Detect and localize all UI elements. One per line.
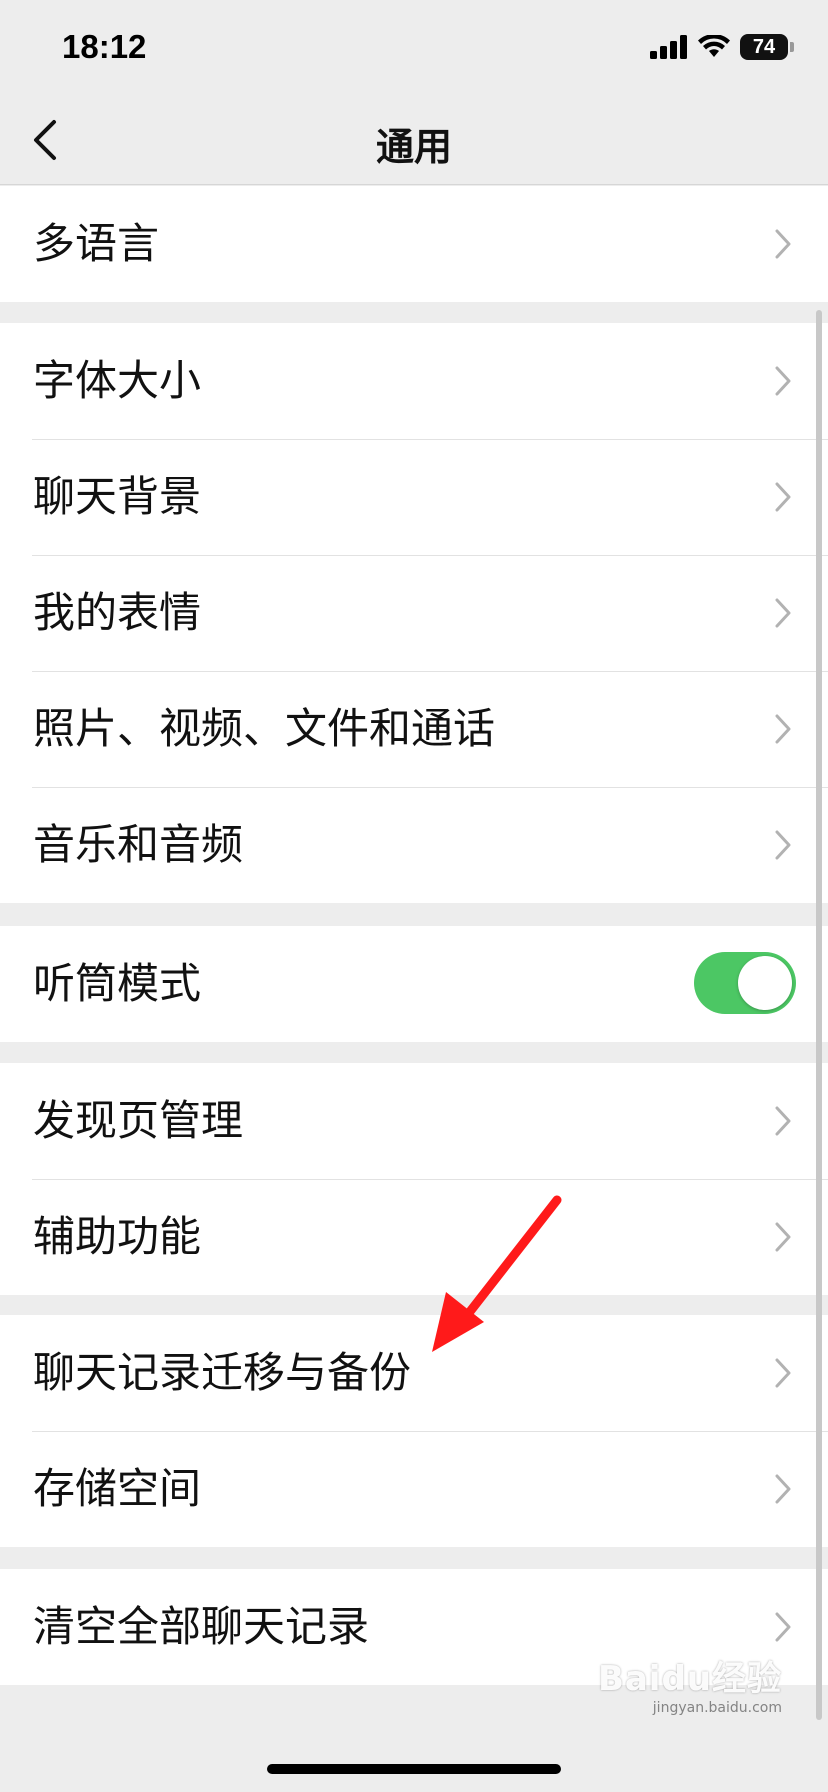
- chevron-right-icon: [775, 366, 791, 396]
- chevron-right-icon: [775, 598, 791, 628]
- watermark-url: jingyan.baidu.com: [652, 1700, 782, 1716]
- battery-level: 74: [752, 36, 776, 58]
- settings-row-chat-background[interactable]: 聊天背景: [0, 439, 828, 555]
- status-bar: 18:12 74: [0, 0, 828, 96]
- status-icons: 74: [650, 34, 794, 60]
- settings-row-earpiece-mode: 听筒模式: [0, 926, 828, 1042]
- baidu-jingyan-watermark: Baidu经验 jingyan.baidu.com: [598, 1651, 782, 1716]
- chevron-right-icon: [775, 482, 791, 512]
- chevron-right-icon: [775, 1222, 791, 1252]
- chevron-right-icon: [775, 1358, 791, 1388]
- battery-icon: 74: [740, 34, 794, 60]
- row-label: 辅助功能: [33, 1212, 202, 1261]
- row-label: 照片、视频、文件和通话: [33, 704, 496, 753]
- row-label: 字体大小: [33, 356, 202, 405]
- watermark-logo: Baidu经验: [597, 1659, 782, 1699]
- settings-row-accessibility[interactable]: 辅助功能: [0, 1179, 828, 1295]
- settings-row-chat-backup[interactable]: 聊天记录迁移与备份: [0, 1315, 828, 1431]
- home-indicator[interactable]: [267, 1764, 561, 1774]
- row-label: 我的表情: [33, 588, 202, 637]
- row-label: 听筒模式: [33, 959, 202, 1008]
- page-title: 通用: [375, 125, 452, 169]
- scrollbar[interactable]: [816, 310, 822, 1720]
- chevron-right-icon: [775, 1612, 791, 1642]
- row-label: 多语言: [33, 219, 160, 268]
- cellular-signal-icon: [650, 35, 687, 59]
- wifi-icon: [698, 35, 730, 57]
- settings-row-media-calls[interactable]: 照片、视频、文件和通话: [0, 671, 828, 787]
- status-time: 18:12: [62, 28, 147, 65]
- settings-group-display: 字体大小 聊天背景 我的表情 照片、视频、文件和通话 音乐和音频: [0, 323, 828, 903]
- row-label: 聊天背景: [33, 472, 202, 521]
- settings-group-language: 多语言: [0, 186, 828, 302]
- chevron-right-icon: [775, 1106, 791, 1136]
- toggle-knob: [738, 956, 792, 1010]
- row-label: 清空全部聊天记录: [33, 1602, 370, 1651]
- nav-bar: 通用: [0, 96, 828, 185]
- settings-group-earpiece: 听筒模式: [0, 926, 828, 1042]
- settings-group-discover: 发现页管理 辅助功能: [0, 1063, 828, 1295]
- settings-row-my-stickers[interactable]: 我的表情: [0, 555, 828, 671]
- chevron-right-icon: [775, 1474, 791, 1504]
- row-label: 聊天记录迁移与备份: [33, 1348, 412, 1397]
- settings-row-storage[interactable]: 存储空间: [0, 1431, 828, 1547]
- chevron-right-icon: [775, 714, 791, 744]
- row-label: 存储空间: [33, 1464, 202, 1513]
- chevron-right-icon: [775, 830, 791, 860]
- settings-row-language[interactable]: 多语言: [0, 186, 828, 302]
- settings-row-discover-manage[interactable]: 发现页管理: [0, 1063, 828, 1179]
- settings-row-music-audio[interactable]: 音乐和音频: [0, 787, 828, 903]
- chevron-right-icon: [775, 229, 791, 259]
- earpiece-mode-toggle[interactable]: [694, 952, 796, 1014]
- row-label: 音乐和音频: [33, 820, 244, 869]
- settings-row-font-size[interactable]: 字体大小: [0, 323, 828, 439]
- row-label: 发现页管理: [33, 1096, 244, 1145]
- settings-group-storage: 聊天记录迁移与备份 存储空间: [0, 1315, 828, 1547]
